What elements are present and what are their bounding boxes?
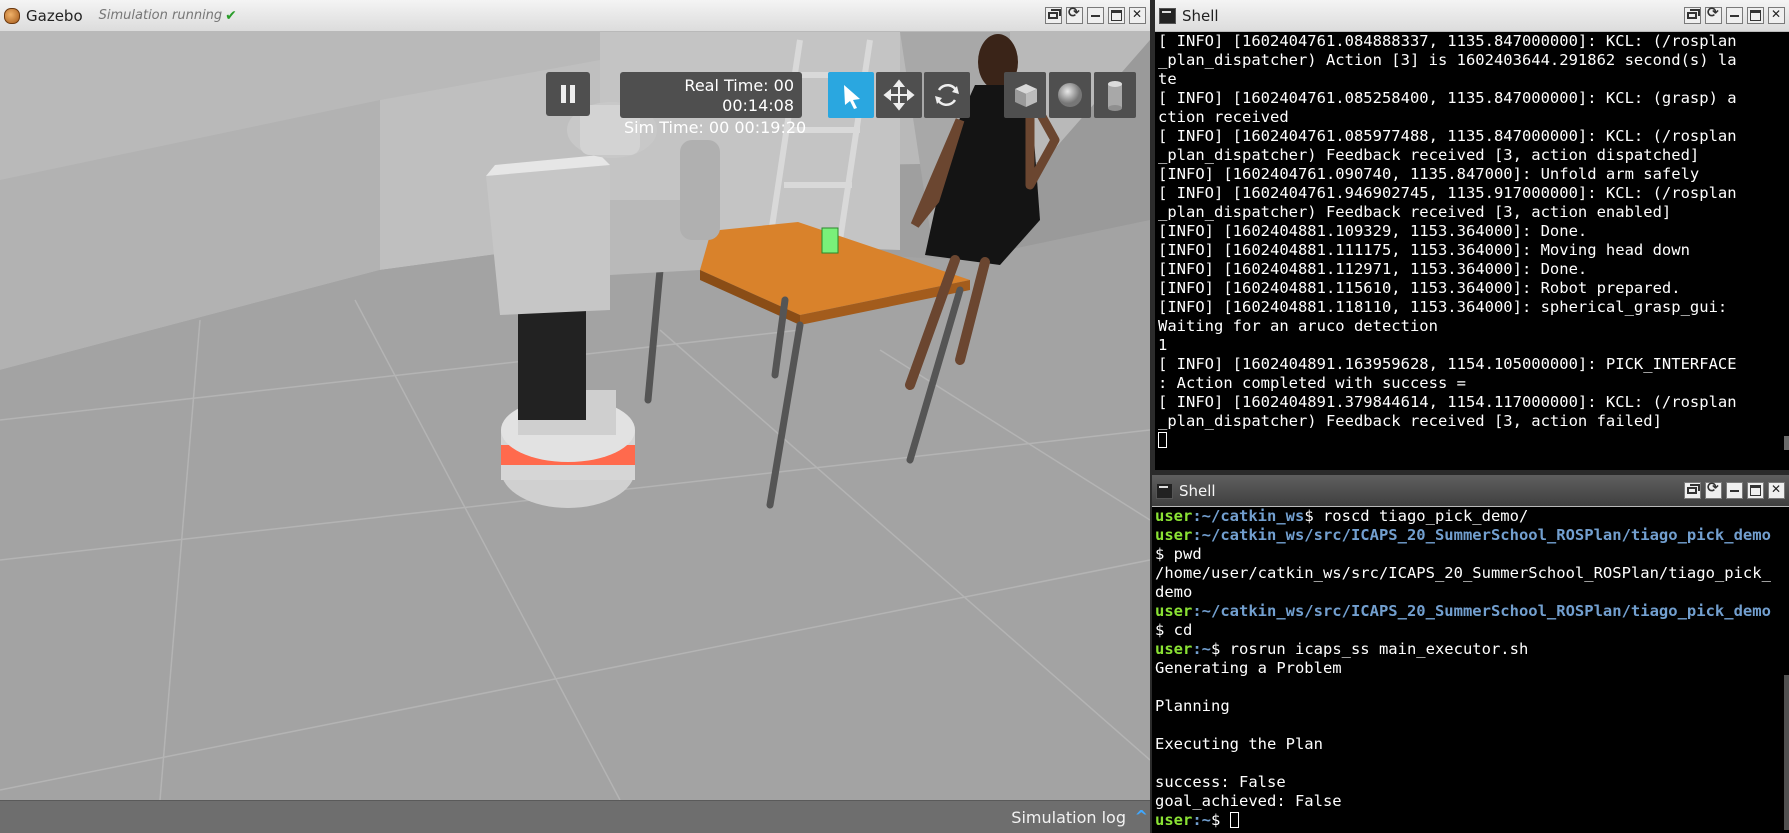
translate-icon[interactable]	[876, 72, 922, 118]
terminal-line: demo	[1155, 583, 1193, 601]
close-window-icon[interactable]	[1129, 7, 1146, 24]
maximize-window-icon[interactable]	[1747, 7, 1764, 24]
terminal-line: [ INFO] [1602404891.163959628, 1154.1050…	[1158, 355, 1737, 373]
terminal-line: [INFO] [1602404881.112971, 1153.364000]:…	[1158, 260, 1588, 278]
real-time-display: Real Time: 00 00:14:08	[620, 72, 802, 118]
terminal-line: Planning	[1155, 697, 1230, 715]
terminal-line: [INFO] [1602404761.090740, 1135.847000]:…	[1158, 165, 1700, 183]
terminal-line: Generating a Problem	[1155, 659, 1342, 677]
terminal-cursor	[1158, 432, 1167, 448]
scrollbar-thumb[interactable]	[1784, 436, 1789, 450]
terminal-line: [ INFO] [1602404891.379844614, 1154.1170…	[1158, 393, 1737, 411]
close-window-icon[interactable]	[1768, 7, 1785, 24]
scrollbar-thumb[interactable]	[1784, 675, 1789, 830]
minimize-window-icon[interactable]	[1726, 482, 1743, 499]
shrink-window-icon[interactable]	[1684, 482, 1701, 499]
cycle-window-icon[interactable]	[1705, 5, 1722, 24]
close-window-icon[interactable]	[1768, 482, 1785, 499]
terminal-icon	[1159, 7, 1176, 24]
real-time-line2: 00:14:08	[722, 96, 794, 115]
gazebo-window: Gazebo Simulation running ✔ ⟳ ✕ Real Tim…	[0, 0, 1150, 833]
shell-bottom-title: Shell	[1179, 481, 1216, 500]
terminal-icon	[1156, 482, 1173, 499]
terminal-line: user:~$ rosrun icaps_ss main_executor.sh	[1155, 640, 1529, 658]
terminal-output-top[interactable]: [ INFO] [1602404761.084888337, 1135.8470…	[1155, 32, 1789, 470]
terminal-line: [ INFO] [1602404761.085977488, 1135.8470…	[1158, 127, 1737, 145]
terminal-line: user:~/catkin_ws/src/ICAPS_20_SummerScho…	[1155, 526, 1771, 544]
terminal-prompt-line: user:~$	[1155, 811, 1789, 830]
shell-bottom-titlebar[interactable]: Shell	[1152, 475, 1789, 507]
terminal-line: ction received	[1158, 108, 1289, 126]
window-title: Gazebo	[26, 6, 83, 25]
terminal-line: [INFO] [1602404881.111175, 1153.364000]:…	[1158, 241, 1690, 259]
shell-top-titlebar[interactable]: Shell	[1155, 0, 1789, 32]
terminal-line: [INFO] [1602404881.115610, 1153.364000]:…	[1158, 279, 1681, 297]
scene-render	[0, 32, 1150, 800]
shrink-window-icon[interactable]	[1684, 7, 1701, 24]
cycle-window-icon[interactable]	[1066, 5, 1083, 24]
terminal-line: _plan_dispatcher) Action [3] is 16024036…	[1158, 51, 1737, 69]
cylinder-shape-icon[interactable]	[1094, 72, 1136, 118]
terminal-line: user:~/catkin_ws$ roscd tiago_pick_demo/	[1155, 507, 1529, 525]
box-shape-icon[interactable]	[1004, 72, 1046, 118]
shell-window-bottom[interactable]: Shell user:~/catkin_ws$ roscd tiago_pick…	[1152, 475, 1789, 833]
cycle-window-icon[interactable]	[1705, 480, 1722, 499]
terminal-line: Waiting for an aruco detection	[1158, 317, 1438, 335]
terminal-line: Executing the Plan	[1155, 735, 1323, 753]
pause-button[interactable]	[546, 72, 590, 116]
gazebo-titlebar[interactable]: Gazebo Simulation running ✔	[0, 0, 1150, 32]
terminal-line: [ INFO] [1602404761.084888337, 1135.8470…	[1158, 32, 1737, 50]
terminal-line: 1	[1158, 336, 1168, 354]
select-arrow-icon[interactable]	[828, 72, 874, 118]
real-time-line1: Real Time: 00	[684, 76, 794, 95]
terminal-output-bottom[interactable]: user:~/catkin_ws$ roscd tiago_pick_demo/…	[1152, 507, 1789, 833]
minimize-window-icon[interactable]	[1726, 7, 1743, 24]
shell-window-top[interactable]: Shell [ INFO] [1602404761.084888337, 113…	[1155, 0, 1789, 470]
minimize-window-icon[interactable]	[1087, 7, 1104, 24]
simulation-status: Simulation running	[98, 8, 223, 23]
shell-top-title: Shell	[1182, 6, 1219, 25]
chevron-up-icon[interactable]: ^	[1135, 807, 1148, 826]
terminal-line: $ pwd	[1155, 545, 1202, 563]
gazebo-app-icon	[4, 7, 20, 24]
sphere-shape-icon[interactable]	[1049, 72, 1091, 118]
can-object	[821, 227, 839, 254]
terminal-line: [INFO] [1602404881.109329, 1153.364000]:…	[1158, 222, 1588, 240]
terminal-line: _plan_dispatcher) Feedback received [3, …	[1158, 412, 1662, 430]
3d-scene-viewport[interactable]: Real Time: 00 00:14:08 Sim Time: 00 00:1…	[0, 32, 1150, 800]
simulation-log-label: Simulation log	[1011, 808, 1126, 827]
terminal-line: [INFO] [1602404881.118110, 1153.364000]:…	[1158, 298, 1728, 316]
simulation-log-bar[interactable]: Simulation log ^	[0, 800, 1150, 833]
sim-time-display: Sim Time: 00 00:19:20	[624, 118, 807, 137]
terminal-line: /home/user/catkin_ws/src/ICAPS_20_Summer…	[1155, 564, 1771, 582]
terminal-line: [ INFO] [1602404761.946902745, 1135.9170…	[1158, 184, 1737, 202]
terminal-line: $ cd	[1155, 621, 1193, 639]
terminal-line: _plan_dispatcher) Feedback received [3, …	[1158, 146, 1700, 164]
terminal-cursor-line	[1158, 431, 1789, 450]
terminal-line: te	[1158, 70, 1177, 88]
terminal-line: goal_achieved: False	[1155, 792, 1342, 810]
terminal-line: [ INFO] [1602404761.085258400, 1135.8470…	[1158, 89, 1737, 107]
maximize-window-icon[interactable]	[1108, 7, 1125, 24]
terminal-line: user:~/catkin_ws/src/ICAPS_20_SummerScho…	[1155, 602, 1771, 620]
terminal-cursor	[1229, 812, 1239, 828]
terminal-line: _plan_dispatcher) Feedback received [3, …	[1158, 203, 1672, 221]
checkmark-icon: ✔	[225, 7, 237, 24]
terminal-line: success: False	[1155, 773, 1286, 791]
shrink-window-icon[interactable]	[1045, 7, 1062, 24]
maximize-window-icon[interactable]	[1747, 482, 1764, 499]
rotate-icon[interactable]	[924, 72, 970, 118]
terminal-line: : Action completed with success =	[1158, 374, 1466, 392]
